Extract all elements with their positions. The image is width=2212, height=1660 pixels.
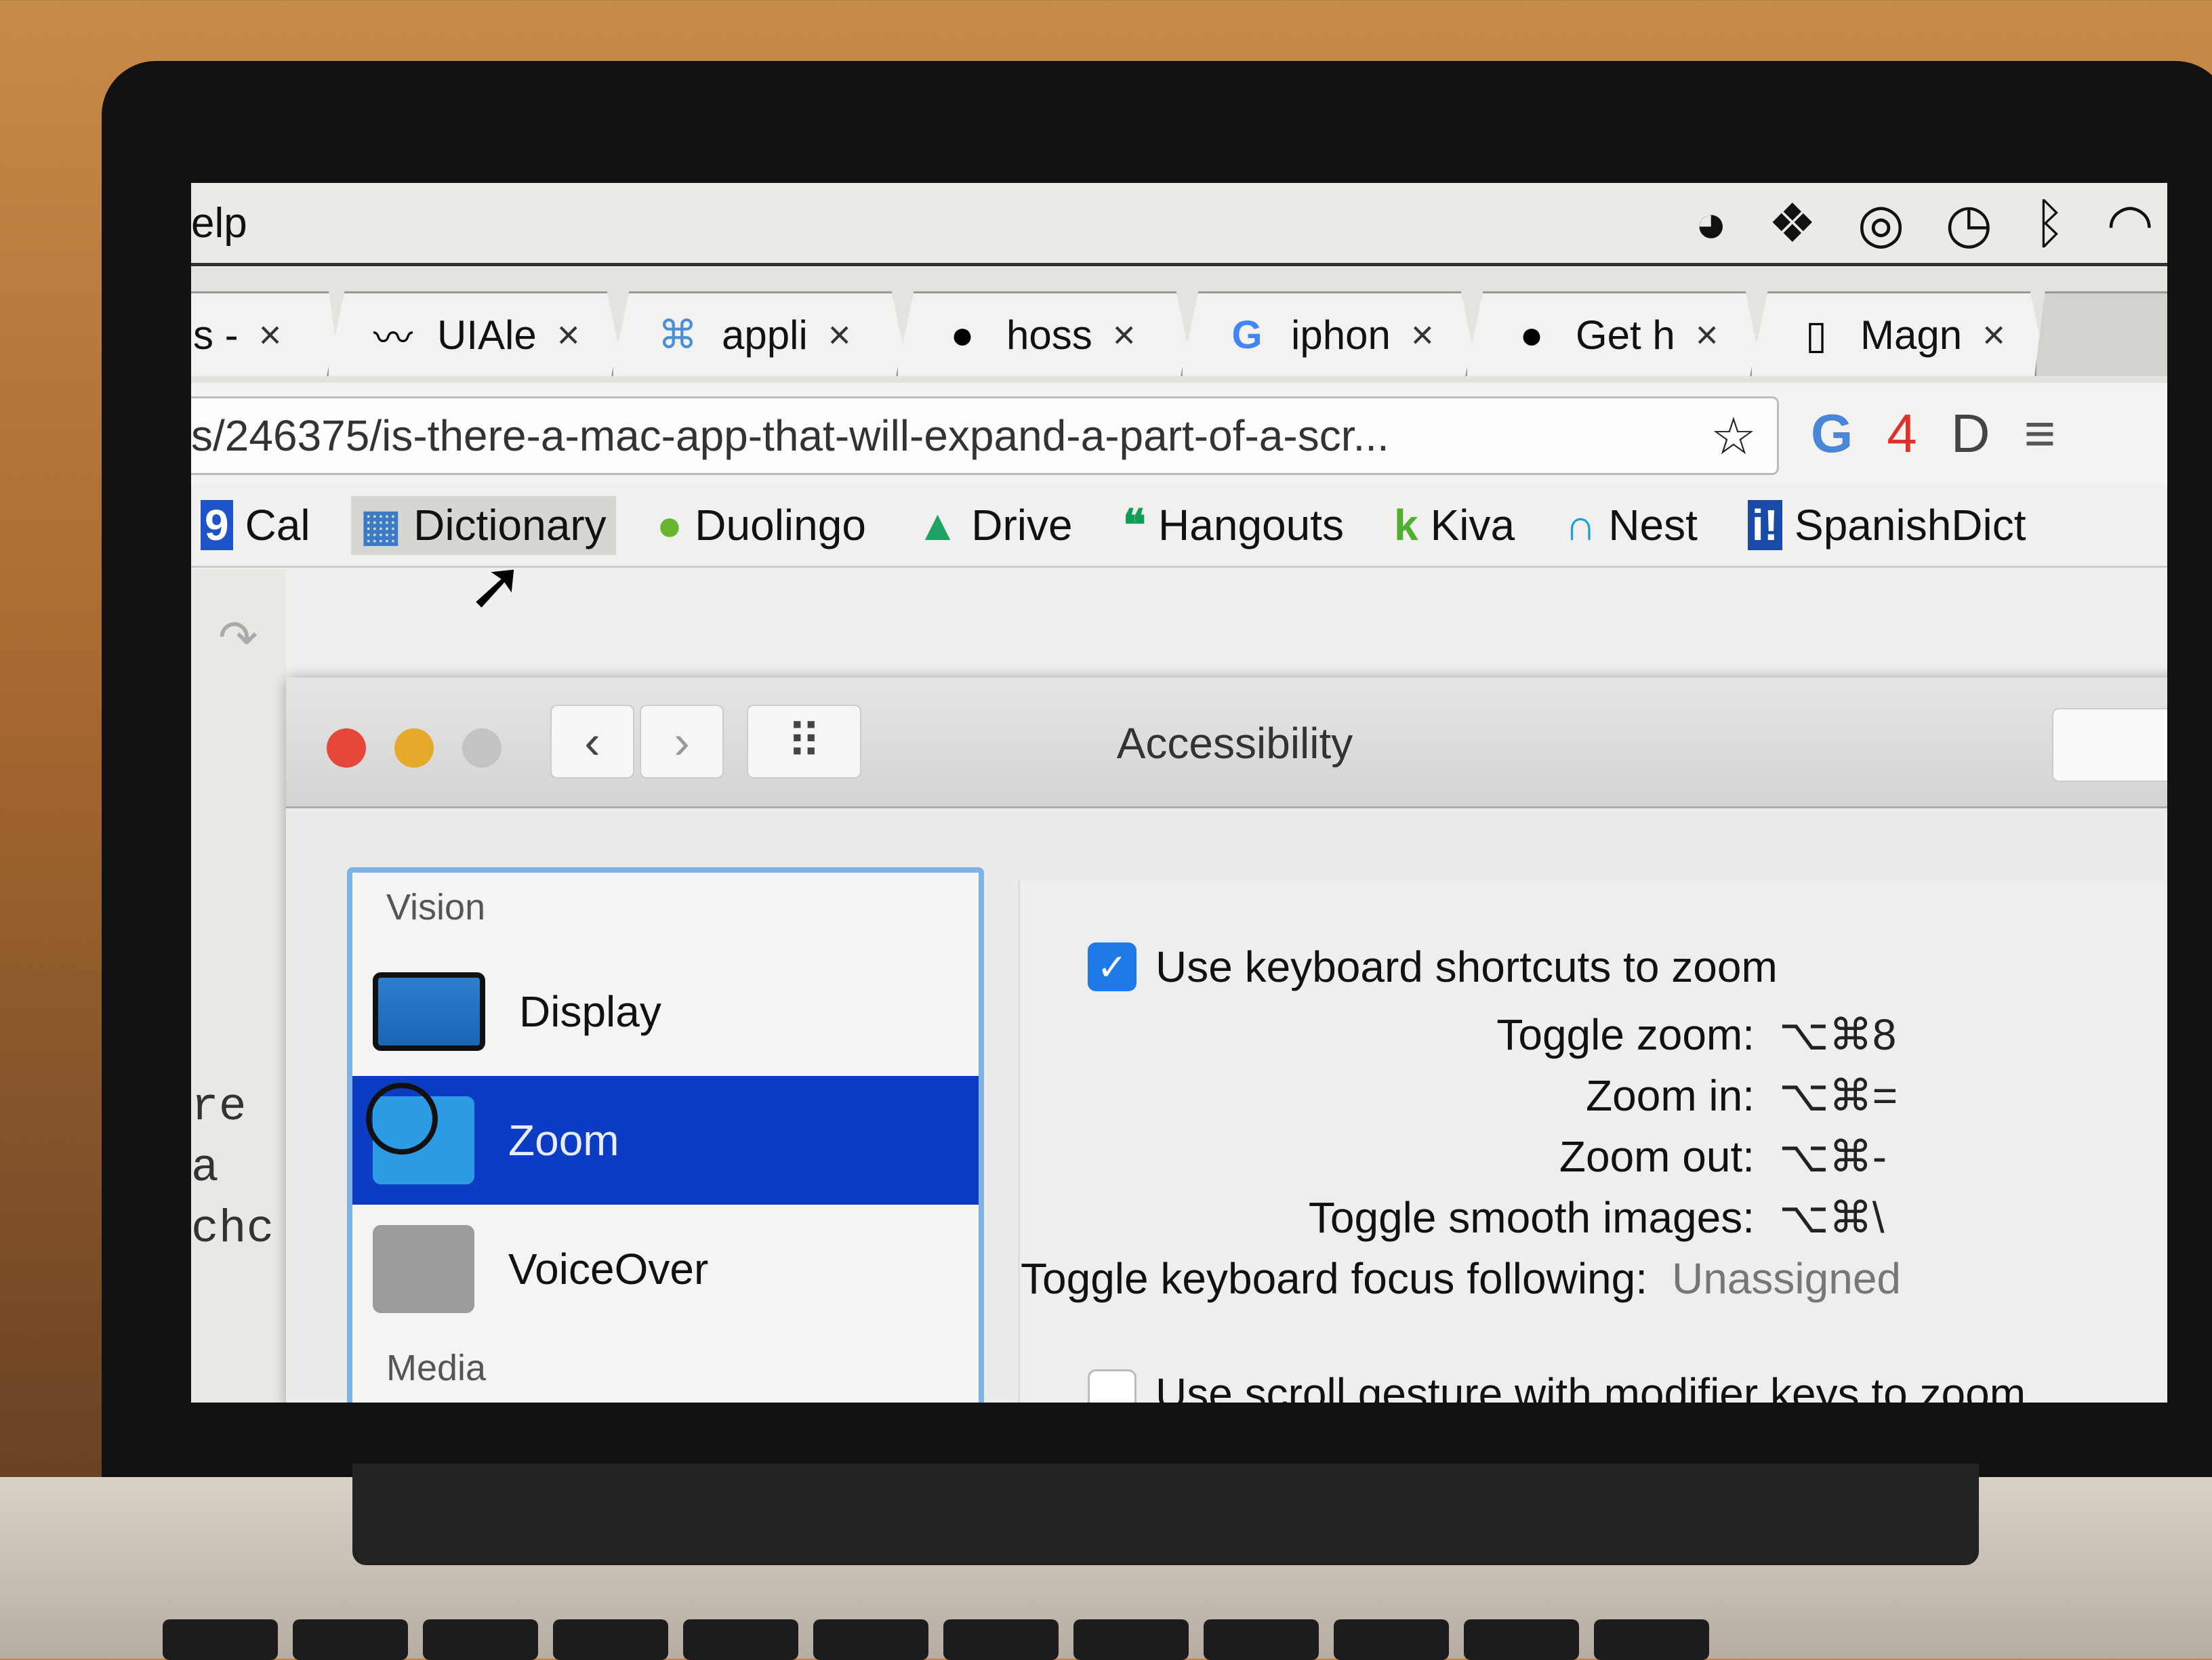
command-icon: ⌘ bbox=[658, 313, 697, 357]
window-title: Accessibility bbox=[1116, 719, 1353, 768]
bookmark-duolingo[interactable]: ● Duolingo bbox=[647, 496, 876, 554]
tab[interactable]: ⌘ appli × bbox=[611, 291, 909, 376]
sidebar-section-vision: Vision bbox=[386, 887, 486, 928]
kiva-icon: k bbox=[1394, 501, 1418, 549]
zoom-settings-panel: ✓ Use keyboard shortcuts to zoom Toggle … bbox=[1018, 881, 2167, 1403]
shortcut-zoom-out: Zoom out: ⌥⌘- bbox=[1559, 1132, 1887, 1181]
new-tab-button[interactable] bbox=[2034, 291, 2167, 376]
nest-icon: ∩ bbox=[1565, 501, 1597, 549]
voiceover-icon bbox=[373, 1225, 474, 1313]
accessibility-sidebar: Vision Display Zoom VoiceOver Media bbox=[347, 867, 984, 1403]
dropbox-icon[interactable]: ❖ bbox=[1768, 190, 1817, 257]
shortcut-toggle-zoom: Toggle zoom: ⌥⌘8 bbox=[1496, 1010, 1897, 1059]
extension-icons: G 4 D ≡ bbox=[1811, 396, 2055, 471]
tab-close-icon[interactable]: × bbox=[1696, 312, 1719, 358]
bookmark-cal[interactable]: 9 Cal bbox=[191, 496, 320, 554]
spanishdict-icon: i! bbox=[1747, 500, 1782, 550]
sidebar-item-voiceover[interactable]: VoiceOver bbox=[352, 1205, 979, 1333]
scroll-gesture-option[interactable]: Use scroll gesture with modifier keys to… bbox=[1088, 1369, 2026, 1403]
dictionary-icon: ▦ bbox=[360, 500, 402, 549]
mouse-cursor-icon: ➚ bbox=[468, 547, 525, 623]
tab-close-icon[interactable]: × bbox=[557, 312, 580, 358]
menu-help[interactable]: elp bbox=[191, 199, 247, 247]
tab[interactable]: G iphon × bbox=[1181, 291, 1479, 376]
bluetooth-icon[interactable]: ᛒ bbox=[2033, 190, 2066, 257]
drive-icon: ▲ bbox=[916, 501, 960, 549]
duolingo-icon: ● bbox=[656, 501, 683, 549]
search-input[interactable] bbox=[2052, 708, 2167, 782]
bookmark-spanishdict[interactable]: i! SpanishDict bbox=[1738, 496, 2036, 554]
tab[interactable]: ● hoss × bbox=[896, 291, 1194, 376]
gauge-icon[interactable]: ◎ bbox=[1858, 190, 1905, 257]
screen: elp ◕ ❖ ◎ ◷ ᛒ ◠ s - × 〰 UIAle × ⌘ appli … bbox=[191, 183, 2167, 1403]
address-bar[interactable]: s/246375/is-there-a-mac-app-that-will-ex… bbox=[191, 396, 1779, 475]
calendar-icon: 9 bbox=[201, 500, 233, 550]
keyboard-shortcuts-option[interactable]: ✓ Use keyboard shortcuts to zoom bbox=[1088, 942, 1778, 992]
browser-toolbar: s/246375/is-there-a-mac-app-that-will-ex… bbox=[191, 383, 2167, 484]
document-icon: ▯ bbox=[1805, 313, 1827, 357]
tab-close-icon[interactable]: × bbox=[259, 312, 282, 358]
tab-close-icon[interactable]: × bbox=[1411, 312, 1434, 358]
tab-close-icon[interactable]: × bbox=[1113, 312, 1136, 358]
window-titlebar: ‹ › ⠿ Accessibility bbox=[286, 678, 2167, 808]
accessibility-window: ‹ › ⠿ Accessibility Vision Display Zoom bbox=[286, 678, 2167, 1403]
apple-icon: ● bbox=[1519, 312, 1544, 357]
shortcut-zoom-in: Zoom in: ⌥⌘= bbox=[1586, 1071, 1898, 1120]
agent-check-icon[interactable]: ◕ bbox=[1695, 190, 1727, 257]
shortcut-focus-following: Toggle keyboard focus following: Unassig… bbox=[1021, 1254, 1901, 1303]
bookmark-star-icon[interactable]: ☆ bbox=[1711, 406, 1757, 466]
display-icon bbox=[373, 972, 485, 1051]
tab[interactable]: ▯ Magn × bbox=[1750, 291, 2048, 376]
keyboard-shortcuts-checkbox[interactable]: ✓ bbox=[1088, 942, 1136, 991]
keyboard-row bbox=[163, 1619, 1709, 1660]
background-page: ↷ re a chc bbox=[191, 569, 286, 1403]
bookmark-drive[interactable]: ▲ Drive bbox=[907, 496, 1082, 554]
time-machine-icon[interactable]: ◷ bbox=[1945, 190, 1992, 257]
mustache-icon: 〰 bbox=[373, 316, 413, 360]
hangouts-icon: ❝ bbox=[1122, 500, 1147, 549]
sidebar-item-zoom[interactable]: Zoom bbox=[352, 1076, 979, 1205]
github-icon: ● bbox=[950, 312, 975, 357]
tab[interactable]: s - × bbox=[191, 291, 340, 376]
menu-bar: elp ◕ ❖ ◎ ◷ ᛒ ◠ bbox=[191, 183, 2167, 266]
sidebar-item-display[interactable]: Display bbox=[352, 947, 979, 1076]
status-icons: ◕ ❖ ◎ ◷ ᛒ ◠ bbox=[1695, 190, 2154, 257]
zoom-icon bbox=[366, 1083, 474, 1184]
tab[interactable]: 〰 UIAle × bbox=[327, 291, 625, 376]
scroll-gesture-checkbox[interactable] bbox=[1088, 1369, 1136, 1403]
shortcut-smooth-images: Toggle smooth images: ⌥⌘\ bbox=[1308, 1193, 1885, 1242]
tab-strip: s - × 〰 UIAle × ⌘ appli × ● hoss × G iph… bbox=[191, 268, 2167, 383]
google-translate-icon[interactable]: G bbox=[1811, 396, 1853, 471]
wifi-icon[interactable]: ◠ bbox=[2106, 190, 2154, 257]
url-text[interactable]: s/246375/is-there-a-mac-app-that-will-ex… bbox=[191, 411, 1711, 461]
sidebar-section-media: Media bbox=[386, 1348, 487, 1388]
tab[interactable]: ● Get h × bbox=[1465, 291, 1763, 376]
bookmark-kiva[interactable]: k Kiva bbox=[1385, 496, 1524, 554]
share-arrow-icon[interactable]: ↷ bbox=[218, 610, 258, 665]
google-icon: G bbox=[1231, 312, 1263, 357]
reader-icon[interactable]: ≡ bbox=[2024, 396, 2056, 471]
tab-close-icon[interactable]: × bbox=[1982, 312, 2005, 358]
lastpass-badge-icon[interactable]: 4 bbox=[1887, 396, 1917, 471]
bookmark-hangouts[interactable]: ❝ Hangouts bbox=[1113, 496, 1353, 555]
disconnect-icon[interactable]: D bbox=[1951, 396, 1990, 471]
laptop-hinge bbox=[352, 1464, 1979, 1565]
tab-close-icon[interactable]: × bbox=[828, 312, 851, 358]
bookmark-nest[interactable]: ∩ Nest bbox=[1555, 496, 1707, 554]
